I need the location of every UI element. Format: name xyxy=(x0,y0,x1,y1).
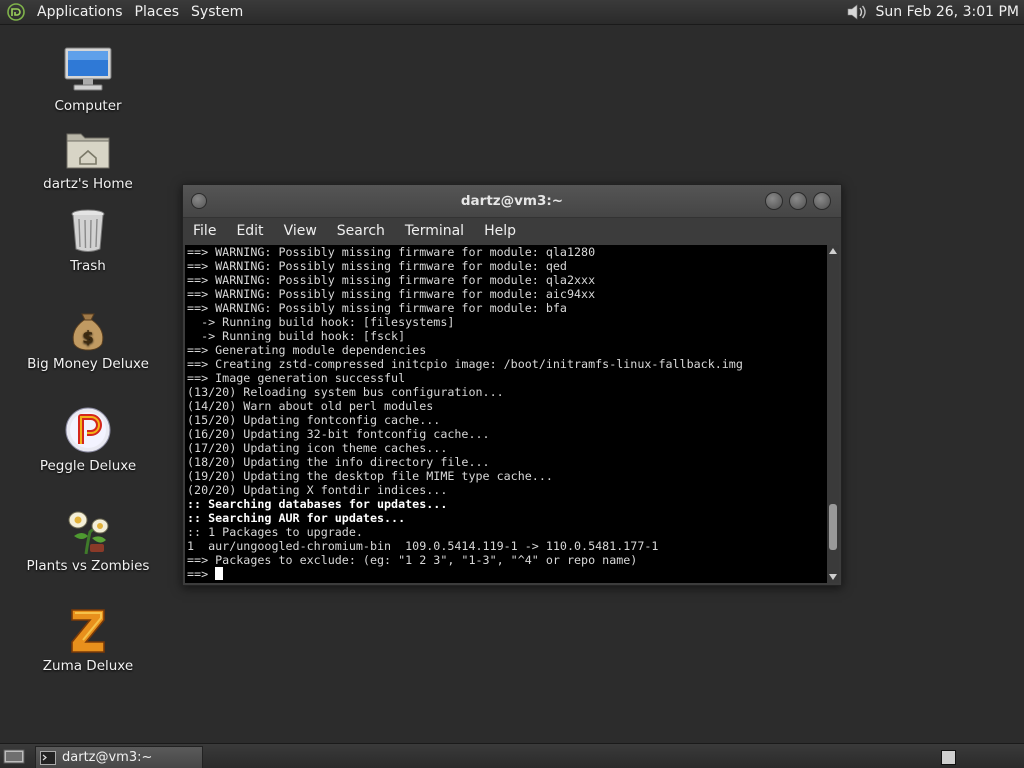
zuma-icon xyxy=(71,609,105,653)
scrollbar-thumb[interactable] xyxy=(829,503,837,550)
terminal-line: :: Searching databases for updates... xyxy=(187,497,448,511)
menu-terminal[interactable]: Terminal xyxy=(395,223,474,239)
minimize-button[interactable] xyxy=(765,192,783,210)
desktop-icon-plants-vs-zombies[interactable]: Plants vs Zombies xyxy=(18,506,158,574)
applications-menu[interactable]: Applications xyxy=(31,4,129,20)
clock[interactable]: Sun Feb 26, 3:01 PM xyxy=(876,4,1024,20)
terminal-line: ==> Packages to exclude: (eg: "1 2 3", "… xyxy=(187,553,638,567)
terminal-line: -> Running build hook: [fsck] xyxy=(187,329,406,343)
terminal-line: (19/20) Updating the desktop file MIME t… xyxy=(187,469,553,483)
volume-icon[interactable] xyxy=(846,2,868,22)
scroll-up-icon[interactable] xyxy=(827,245,839,257)
terminal-line: ==> WARNING: Possibly missing firmware f… xyxy=(187,259,567,273)
terminal-line: :: Searching AUR for updates... xyxy=(187,511,406,525)
terminal-scrollbar[interactable] xyxy=(827,245,839,583)
desktop-icon-home[interactable]: dartz's Home xyxy=(18,128,158,192)
desktop-icon-big-money[interactable]: $ Big Money Deluxe xyxy=(18,310,158,372)
menu-edit[interactable]: Edit xyxy=(226,223,273,239)
terminal-line: ==> Creating zstd-compressed initcpio im… xyxy=(187,357,743,371)
terminal-line: ==> WARNING: Possibly missing firmware f… xyxy=(187,245,596,259)
terminal-output[interactable]: ==> WARNING: Possibly missing firmware f… xyxy=(185,245,827,583)
workspace-switcher-icon[interactable] xyxy=(941,750,956,765)
desktop: Applications Places System Sun Feb 26, 3… xyxy=(0,0,1024,768)
terminal-line: -> Running build hook: [filesystems] xyxy=(187,315,455,329)
show-desktop-icon[interactable] xyxy=(3,748,25,765)
menu-search[interactable]: Search xyxy=(327,223,395,239)
terminal-icon xyxy=(40,750,56,765)
desktop-icon-trash[interactable]: Trash xyxy=(18,208,158,274)
text-cursor xyxy=(215,567,224,580)
trash-icon xyxy=(71,209,105,252)
desktop-icon-label: Peggle Deluxe xyxy=(39,458,137,474)
system-menu[interactable]: System xyxy=(185,4,249,20)
close-button[interactable] xyxy=(813,192,831,210)
terminal-line: (20/20) Updating X fontdir indices... xyxy=(187,483,448,497)
terminal-line: (14/20) Warn about old perl modules xyxy=(187,399,434,413)
panel-tray: Sun Feb 26, 3:01 PM xyxy=(846,0,1024,24)
desktop-icon-label: Plants vs Zombies xyxy=(26,558,150,574)
terminal-line: (16/20) Updating 32-bit fontconfig cache… xyxy=(187,427,490,441)
terminal-line: ==> Generating module dependencies xyxy=(187,343,427,357)
window-title: dartz@vm3:~ xyxy=(460,193,564,209)
taskbar-terminal-button[interactable]: dartz@vm3:~ xyxy=(35,746,203,768)
terminal-prompt-line[interactable]: ==> xyxy=(187,567,827,581)
desktop-icon-label: Zuma Deluxe xyxy=(42,658,134,674)
bottom-panel: dartz@vm3:~ xyxy=(0,743,1024,768)
top-panel: Applications Places System Sun Feb 26, 3… xyxy=(0,0,1024,25)
desktop-icon-peggle[interactable]: Peggle Deluxe xyxy=(18,406,158,474)
menu-help[interactable]: Help xyxy=(474,223,526,239)
money-bag-icon: $ xyxy=(72,313,104,351)
maximize-button[interactable] xyxy=(789,192,807,210)
terminal-line: ==> WARNING: Possibly missing firmware f… xyxy=(187,273,596,287)
peggle-icon xyxy=(65,407,111,453)
desktop-icon-label: Big Money Deluxe xyxy=(27,356,149,372)
desktop-icon-zuma[interactable]: Zuma Deluxe xyxy=(18,606,158,674)
svg-text:$: $ xyxy=(82,328,94,348)
menu-view[interactable]: View xyxy=(274,223,327,239)
window-titlebar[interactable]: dartz@vm3:~ xyxy=(183,185,841,218)
menu-file[interactable]: File xyxy=(183,223,226,239)
terminal-line: (17/20) Updating icon theme caches... xyxy=(187,441,448,455)
terminal-window[interactable]: dartz@vm3:~ File Edit View Search Termin… xyxy=(182,184,842,586)
computer-icon xyxy=(64,47,112,91)
terminal-line: (13/20) Reloading system bus configurati… xyxy=(187,385,504,399)
terminal-line: :: 1 Packages to upgrade. xyxy=(187,525,363,539)
desktop-icon-label: Trash xyxy=(70,258,106,274)
plants-icon xyxy=(68,511,109,554)
distro-logo-icon[interactable] xyxy=(7,3,25,21)
terminal-line: (15/20) Updating fontconfig cache... xyxy=(187,413,441,427)
taskbar-terminal-label: dartz@vm3:~ xyxy=(62,750,153,765)
home-folder-icon xyxy=(66,133,110,169)
terminal-lines: ==> WARNING: Possibly missing firmware f… xyxy=(185,245,827,581)
desktop-icon-computer[interactable]: Computer xyxy=(18,46,158,114)
terminal-line: (18/20) Updating the info directory file… xyxy=(187,455,490,469)
places-menu[interactable]: Places xyxy=(129,4,186,20)
desktop-icon-label: dartz's Home xyxy=(43,176,133,192)
terminal-line: ==> Image generation successful xyxy=(187,371,406,385)
terminal-menubar: File Edit View Search Terminal Help xyxy=(183,218,841,244)
scroll-down-icon[interactable] xyxy=(827,571,839,583)
desktop-icon-label: Computer xyxy=(54,98,122,114)
terminal-line: ==> WARNING: Possibly missing firmware f… xyxy=(187,301,567,315)
terminal-line: ==> WARNING: Possibly missing firmware f… xyxy=(187,287,596,301)
terminal-line: 1 aur/ungoogled-chromium-bin 109.0.5414.… xyxy=(187,539,659,553)
terminal-prompt: ==> xyxy=(187,567,216,581)
